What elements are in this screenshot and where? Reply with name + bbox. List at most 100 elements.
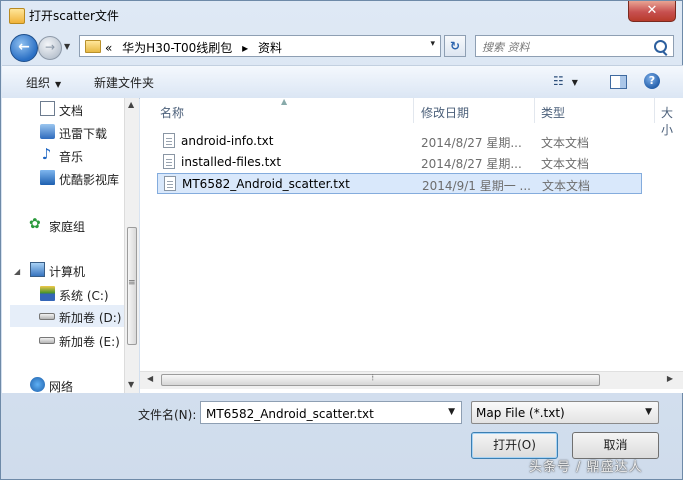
forward-button[interactable]: → [38, 36, 62, 60]
nav-item-drive-e[interactable]: 新加卷 (E:) [2, 329, 124, 351]
search-icon[interactable] [654, 40, 667, 53]
homegroup-icon: ✿ [29, 216, 41, 232]
navigation-pane: 文档 迅雷下载 ♪ 音乐 优酷影视库 ✿ 家庭组 ◢ 计算机 系统 (C:) 新… [2, 98, 124, 393]
breadcrumb-separator-icon[interactable]: ▸ [242, 41, 248, 55]
watermark: 头条号 / 鼎盛达人 [529, 460, 643, 475]
toolbar: 组织 ▼ 新建文件夹 ☷ ▼ ? [2, 65, 683, 99]
file-type: 文本文档 [541, 157, 590, 171]
nav-item-label: 计算机 [49, 265, 86, 279]
hard-drive-icon [39, 313, 55, 320]
nav-item-computer[interactable]: ◢ 计算机 [2, 259, 124, 281]
file-row[interactable]: android-info.txt 2014/8/27 星期... 文本文档 [157, 131, 642, 152]
open-file-dialog: 打开scatter文件 ✕ ← → ▼ « 华为H30-T00线刷包 ▸ 资料 … [0, 0, 683, 480]
nav-item-label: 新加卷 (E:) [59, 335, 120, 349]
column-divider[interactable] [654, 98, 655, 123]
column-divider[interactable] [413, 98, 414, 123]
organize-button[interactable]: 组织 ▼ [26, 74, 61, 91]
back-arrow-icon: ← [18, 39, 30, 55]
text-file-icon [163, 133, 175, 148]
view-list-icon: ☷ [553, 74, 564, 88]
organize-label: 组织 [26, 76, 51, 90]
file-date: 2014/8/27 星期... [421, 136, 522, 150]
chevron-down-icon: ▼ [645, 407, 652, 417]
address-dropdown-icon[interactable]: ▾ [430, 39, 435, 49]
new-folder-button[interactable]: 新建文件夹 [94, 74, 154, 91]
file-type: 文本文档 [542, 179, 591, 193]
nav-item-network[interactable]: 网络 [2, 374, 124, 393]
file-name: MT6582_Android_scatter.txt [182, 177, 350, 191]
system-drive-icon [40, 286, 55, 301]
column-header-size[interactable]: 大小 [661, 104, 683, 138]
scroll-right-icon[interactable]: ▶ [667, 374, 673, 383]
scroll-down-icon[interactable]: ▼ [128, 380, 134, 389]
address-bar[interactable]: « 华为H30-T00线刷包 ▸ 资料 ▾ [79, 35, 441, 57]
file-row[interactable]: installed-files.txt 2014/8/27 星期... 文本文档 [157, 152, 642, 173]
close-button[interactable]: ✕ [628, 1, 676, 22]
folder-icon [85, 40, 101, 53]
column-header-row: ▲ 名称 修改日期 类型 大小 [140, 98, 683, 137]
nav-item-youku-video[interactable]: 优酷影视库 [2, 167, 124, 189]
forward-arrow-icon: → [44, 40, 56, 54]
file-name: installed-files.txt [181, 155, 282, 169]
title-bar: 打开scatter文件 ✕ [1, 1, 682, 31]
file-type-select[interactable]: Map File (*.txt) ▼ [471, 401, 659, 424]
document-icon [40, 101, 55, 116]
chevron-down-icon: ▼ [571, 78, 578, 87]
file-type: 文本文档 [541, 136, 590, 150]
nav-item-music[interactable]: ♪ 音乐 [2, 144, 124, 166]
text-file-icon [164, 176, 176, 191]
app-icon [9, 8, 25, 24]
hard-drive-icon [39, 337, 55, 344]
nav-item-label: 家庭组 [49, 220, 86, 234]
change-view-button[interactable]: ☷ ▼ [553, 74, 578, 88]
breadcrumb-item[interactable]: 华为H30-T00线刷包 [122, 41, 232, 55]
breadcrumb: « 华为H30-T00线刷包 ▸ 资料 [105, 39, 288, 56]
video-library-icon [40, 170, 55, 185]
column-header-type[interactable]: 类型 [541, 104, 565, 121]
sort-ascending-icon: ▲ [281, 98, 288, 106]
back-button[interactable]: ← [10, 34, 38, 62]
nav-item-xunlei-downloads[interactable]: 迅雷下载 [2, 121, 124, 143]
nav-item-documents[interactable]: 文档 [2, 98, 124, 120]
scroll-up-icon[interactable]: ▲ [128, 100, 134, 109]
breadcrumb-overflow[interactable]: « [105, 41, 112, 55]
cancel-button[interactable]: 取消 [572, 432, 659, 459]
filename-input[interactable] [204, 404, 442, 423]
nav-item-label: 迅雷下载 [59, 127, 108, 141]
scroll-left-icon[interactable]: ◀ [147, 374, 153, 383]
text-file-icon [163, 154, 175, 169]
file-type-value: Map File (*.txt) [476, 406, 565, 420]
nav-item-label: 文档 [59, 104, 84, 118]
window-title: 打开scatter文件 [29, 9, 119, 23]
preview-pane-button[interactable] [610, 75, 627, 89]
scrollbar-thumb[interactable] [127, 227, 137, 345]
chevron-down-icon[interactable]: ▼ [448, 407, 455, 417]
open-button[interactable]: 打开(O) [471, 432, 558, 459]
nav-item-label: 系统 (C:) [59, 289, 109, 303]
column-divider[interactable] [534, 98, 535, 123]
nav-item-drive-d[interactable]: 新加卷 (D:) [10, 305, 124, 327]
column-header-name[interactable]: 名称 [160, 104, 184, 121]
file-date: 2014/8/27 星期... [421, 157, 522, 171]
breadcrumb-item[interactable]: 资料 [258, 41, 282, 55]
filename-combobox[interactable]: ▼ [200, 401, 462, 424]
recent-pages-dropdown[interactable]: ▼ [64, 42, 70, 51]
nav-item-label: 优酷影视库 [59, 173, 120, 187]
nav-item-drive-c[interactable]: 系统 (C:) [2, 283, 124, 305]
horizontal-scrollbar[interactable]: ◀ ▶ [140, 371, 683, 389]
file-list: ▲ 名称 修改日期 类型 大小 android-info.txt 2014/8/… [140, 98, 683, 393]
column-header-date[interactable]: 修改日期 [421, 104, 469, 121]
help-button[interactable]: ? [644, 73, 660, 89]
search-input[interactable] [480, 38, 652, 56]
nav-item-label: 新加卷 (D:) [59, 311, 122, 325]
navigation-scrollbar[interactable]: ▲ ▼ [124, 98, 139, 393]
collapse-arrow-icon[interactable]: ◢ [14, 267, 20, 276]
nav-item-homegroup[interactable]: ✿ 家庭组 [2, 214, 124, 236]
refresh-button[interactable]: ↻ [444, 35, 466, 57]
scrollbar-thumb[interactable] [161, 374, 600, 386]
music-note-icon: ♪ [41, 145, 52, 163]
file-name: android-info.txt [181, 134, 274, 148]
download-folder-icon [40, 124, 55, 139]
nav-item-label: 音乐 [59, 150, 84, 164]
file-row-selected[interactable]: MT6582_Android_scatter.txt 2014/9/1 星期一 … [157, 173, 642, 194]
